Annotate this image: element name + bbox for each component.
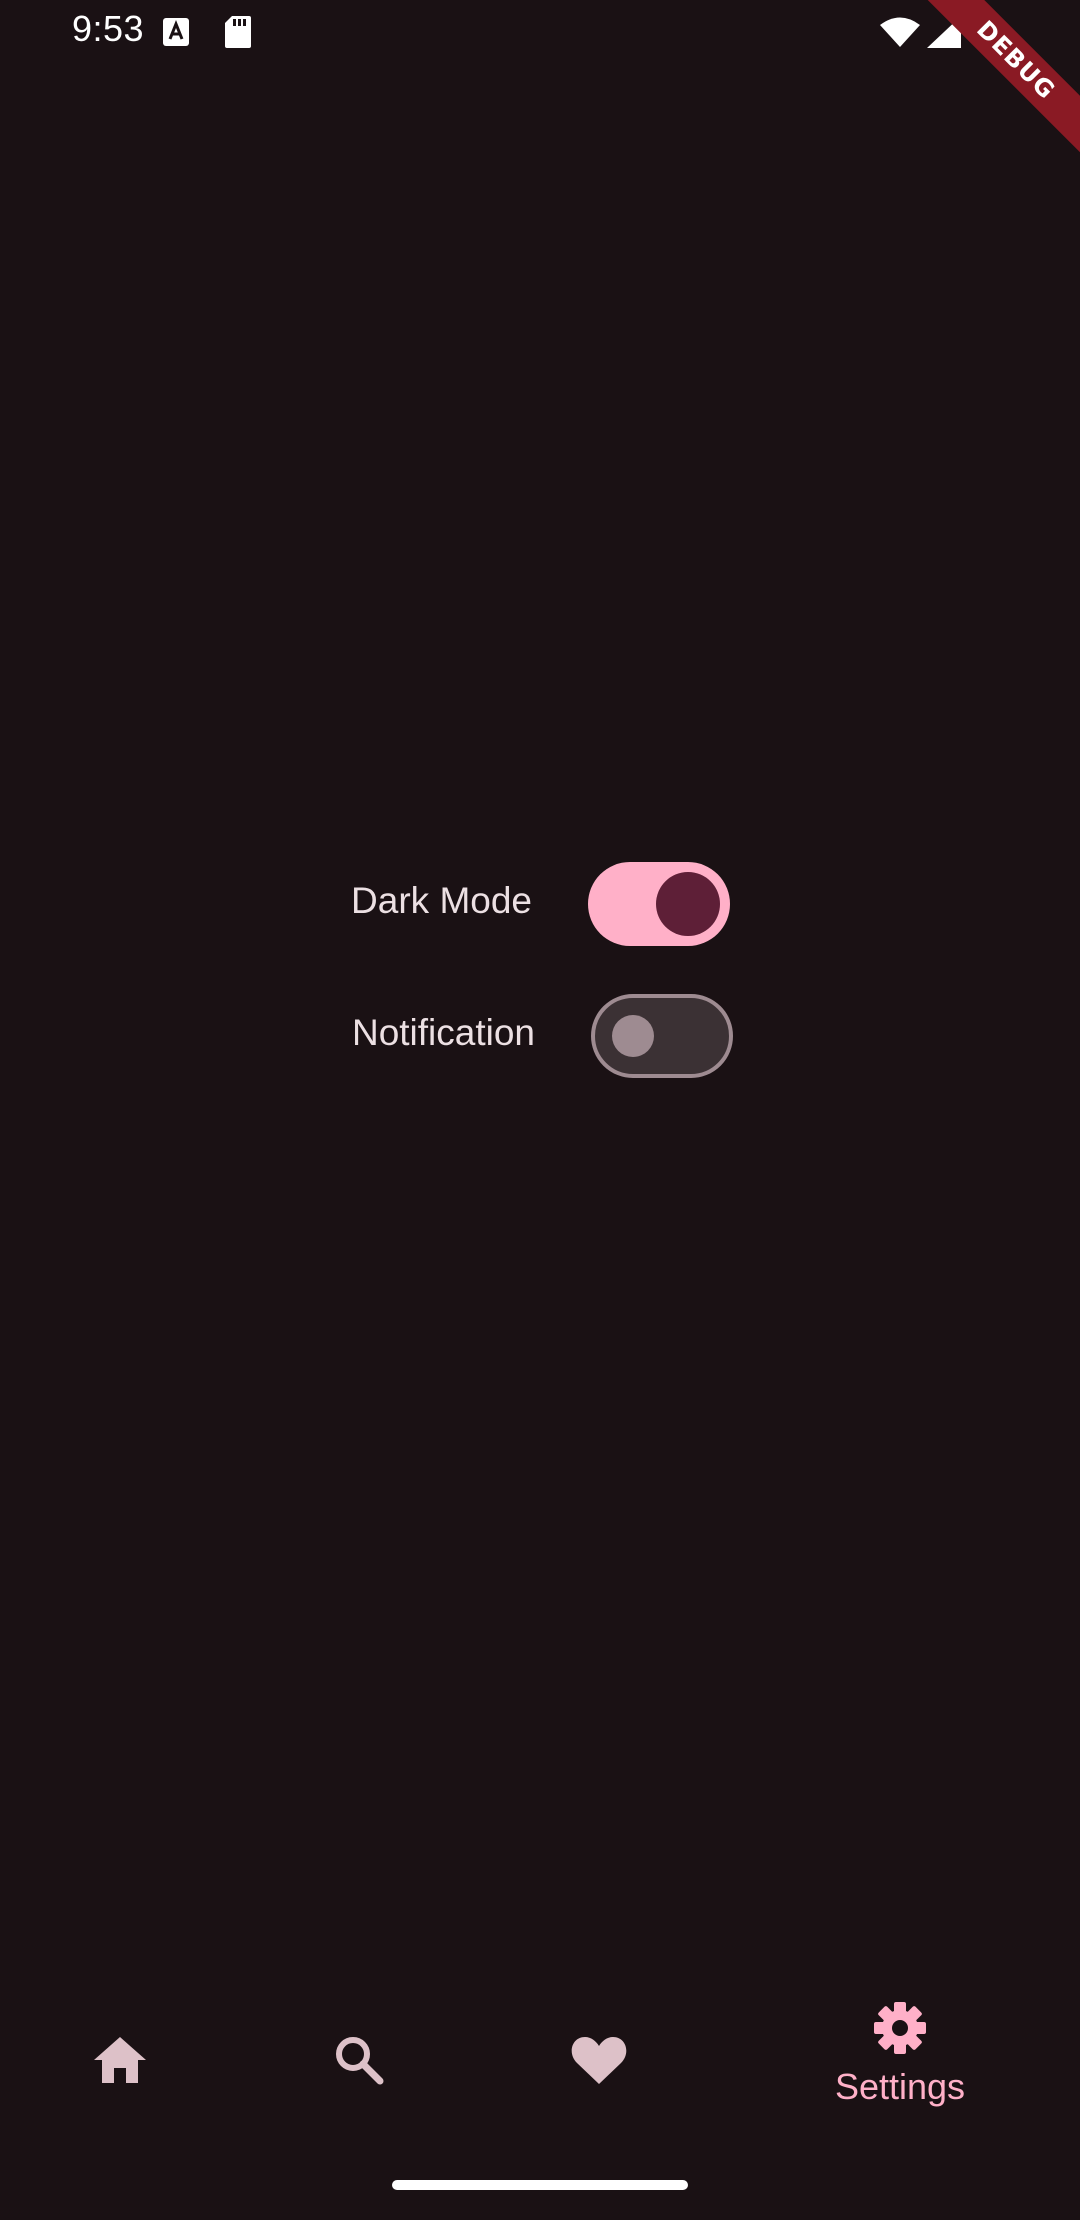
gear-icon (870, 1998, 930, 2058)
status-bar: 9:53 (0, 0, 1080, 64)
search-icon (329, 2030, 389, 2090)
debug-banner: DEBUG (920, 0, 1080, 160)
setting-row-notification: Notification (0, 988, 1080, 1078)
dark-mode-label: Dark Mode (351, 880, 532, 921)
notification-label: Notification (351, 1012, 535, 1053)
debug-banner-label: DEBUG (920, 0, 1080, 159)
wifi-icon (878, 14, 922, 50)
switch-thumb (656, 872, 720, 936)
switch-thumb (612, 1015, 654, 1057)
gesture-navigation-bar[interactable] (392, 2180, 688, 2190)
home-icon (90, 2030, 150, 2090)
notification-switch[interactable] (591, 994, 733, 1078)
text-a-icon (160, 14, 192, 50)
nav-item-home[interactable] (20, 1990, 220, 2130)
nav-item-settings[interactable]: Settings (800, 1990, 1000, 2130)
nav-label-settings: Settings (834, 2066, 966, 2107)
sd-card-icon (222, 14, 254, 50)
nav-item-favorites[interactable] (499, 1990, 699, 2130)
heart-icon (569, 2030, 629, 2090)
setting-row-dark-mode: Dark Mode (0, 856, 1080, 946)
bottom-navigation-bar: Settings (0, 1990, 1080, 2150)
status-time: 9:53 (72, 8, 145, 49)
nav-item-search[interactable] (259, 1990, 459, 2130)
dark-mode-switch[interactable] (588, 862, 730, 946)
